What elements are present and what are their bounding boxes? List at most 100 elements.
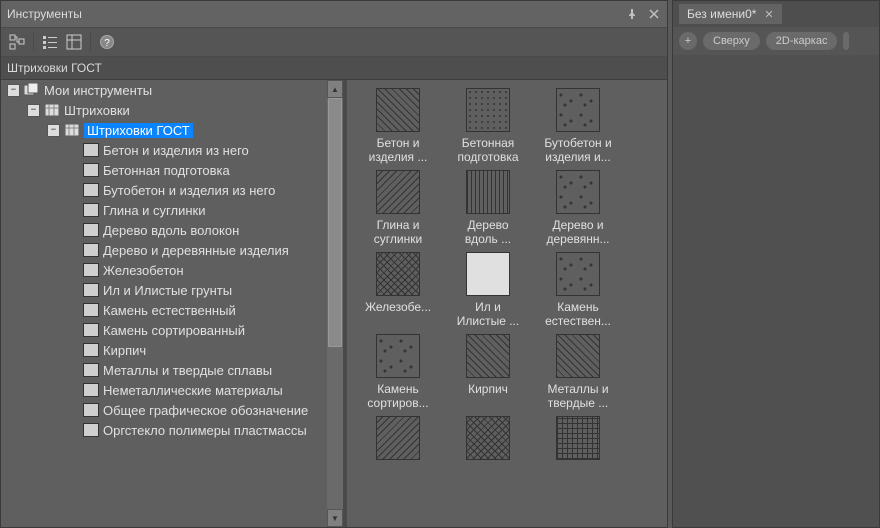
tree-pane: − Мои инструменты − Штриховки	[1, 80, 343, 527]
tree-hatch-item[interactable]: Дерево вдоль волокон	[1, 220, 327, 240]
hatch-thumb-icon	[83, 363, 99, 377]
close-icon[interactable]	[647, 7, 661, 21]
tree-hatch-item[interactable]: Кирпич	[1, 340, 327, 360]
tree-hatch-folder-row[interactable]: − Штриховки	[1, 100, 327, 120]
folder-icon	[64, 123, 80, 137]
hatch-thumb-icon	[83, 283, 99, 297]
hatch-swatch-preview	[556, 334, 600, 378]
pin-icon[interactable]	[625, 7, 639, 21]
hatch-swatch[interactable]: Железобе...	[353, 252, 443, 328]
hatch-swatch-label: Бетоннаяподготовка	[457, 136, 518, 164]
panel-body: − Мои инструменты − Штриховки	[1, 80, 667, 527]
tree-items-container: Бетон и изделия из него Бетонная подготов…	[1, 140, 327, 440]
collapse-icon[interactable]: −	[27, 104, 40, 117]
tree-hatch-item[interactable]: Общее графическое обозначение	[1, 400, 327, 420]
more-chip[interactable]	[843, 32, 849, 50]
close-icon[interactable]: ✕	[764, 8, 773, 21]
tree-hatch-item[interactable]: Бутобетон и изделия из него	[1, 180, 327, 200]
hatch-swatch[interactable]	[353, 416, 443, 464]
hatch-swatch-label: Дерево идеревянн...	[546, 218, 609, 246]
hatch-thumb-icon	[83, 383, 99, 397]
tree-hatch-item[interactable]: Камень естественный	[1, 300, 327, 320]
hatch-swatch[interactable]	[533, 416, 623, 464]
hatch-swatch-preview	[466, 88, 510, 132]
tree-hatch-item[interactable]: Дерево и деревянные изделия	[1, 240, 327, 260]
help-button[interactable]: ?	[97, 32, 117, 52]
view-style-chip[interactable]: 2D-каркас	[766, 32, 838, 50]
scroll-thumb[interactable]	[328, 98, 342, 347]
tree-hatch-item[interactable]: Глина и суглинки	[1, 200, 327, 220]
titlebar-controls	[625, 7, 661, 21]
hatch-thumb-icon	[83, 303, 99, 317]
swatch-pane: Бетон иизделия ... Бетоннаяподготовка Буто…	[347, 80, 667, 527]
hatch-swatch-label: Бетон иизделия ...	[369, 136, 428, 164]
document-area: Без имени0* ✕ + Сверху 2D-каркас	[672, 0, 880, 528]
tree-mode-button[interactable]	[7, 32, 27, 52]
panel-toolbar: ?	[1, 28, 667, 57]
tree-hatch-item-label: Кирпич	[103, 343, 146, 358]
tree-root-row[interactable]: − Мои инструменты	[1, 80, 327, 100]
scroll-up-button[interactable]: ▲	[327, 80, 343, 98]
tree-scrollbar[interactable]: ▲ ▼	[327, 80, 343, 527]
tree-hatch-item[interactable]: Бетонная подготовка	[1, 160, 327, 180]
hatch-swatch[interactable]: Ил иИлистые ...	[443, 252, 533, 328]
tree-hatch-item-label: Оргстекло полимеры пластмассы	[103, 423, 307, 438]
folder-icon	[44, 103, 60, 117]
hatch-swatch-preview	[556, 252, 600, 296]
collapse-icon[interactable]: −	[47, 124, 60, 137]
tree-gost-folder-label: Штриховки ГОСТ	[84, 123, 193, 138]
tree-hatch-item-label: Неметаллические материалы	[103, 383, 283, 398]
hatch-swatch[interactable]: Бутобетон иизделия и...	[533, 88, 623, 164]
tree-gost-folder-row[interactable]: − Штриховки ГОСТ	[1, 120, 327, 140]
hatch-swatch-label: Деревовдоль ...	[465, 218, 511, 246]
scroll-down-button[interactable]: ▼	[327, 509, 343, 527]
toolbar-separator	[90, 33, 91, 51]
library-icon	[24, 83, 40, 97]
hatch-swatch[interactable]	[443, 416, 533, 464]
tree-hatch-item[interactable]: Металлы и твердые сплавы	[1, 360, 327, 380]
tree-hatch-item[interactable]: Камень сортированный	[1, 320, 327, 340]
tree-hatch-item-label: Дерево вдоль волокон	[103, 223, 239, 238]
detail-mode-button[interactable]	[64, 32, 84, 52]
hatch-swatch[interactable]: Каменьсортиров...	[353, 334, 443, 410]
toolbar-separator	[33, 33, 34, 51]
tree-content: − Мои инструменты − Штриховки	[1, 80, 327, 527]
tree-hatch-item[interactable]: Ил и Илистые грунты	[1, 280, 327, 300]
tree-hatch-item[interactable]: Оргстекло полимеры пластмассы	[1, 420, 327, 440]
view-orientation-chip[interactable]: Сверху	[703, 32, 760, 50]
hatch-swatch-label: Каменьестествен...	[545, 300, 611, 328]
hatch-swatch[interactable]: Бетон иизделия ...	[353, 88, 443, 164]
list-mode-button[interactable]	[40, 32, 60, 52]
add-view-button[interactable]: +	[679, 32, 697, 50]
tree-hatch-item[interactable]: Бетон и изделия из него	[1, 140, 327, 160]
hatch-swatch-preview	[376, 88, 420, 132]
hatch-swatch[interactable]: Каменьестествен...	[533, 252, 623, 328]
doc-tab[interactable]: Без имени0* ✕	[679, 4, 782, 24]
tree-hatch-item-label: Камень сортированный	[103, 323, 245, 338]
hatch-swatch-preview	[466, 416, 510, 460]
hatch-swatch[interactable]: Глина исуглинки	[353, 170, 443, 246]
hatch-swatch-label: Металлы итвердые ...	[547, 382, 608, 410]
hatch-swatch-preview	[556, 416, 600, 460]
tree-hatch-item[interactable]: Железобетон	[1, 260, 327, 280]
hatch-swatch[interactable]: Бетоннаяподготовка	[443, 88, 533, 164]
hatch-swatch[interactable]: Деревовдоль ...	[443, 170, 533, 246]
viewport[interactable]	[673, 55, 879, 527]
hatch-swatch-label: Бутобетон иизделия и...	[544, 136, 611, 164]
hatch-swatch[interactable]: Дерево идеревянн...	[533, 170, 623, 246]
tree-hatch-item-label: Бетон и изделия из него	[103, 143, 249, 158]
tree-hatch-item[interactable]: Неметаллические материалы	[1, 380, 327, 400]
hatch-swatch-label: Глина исуглинки	[374, 218, 422, 246]
collapse-icon[interactable]: −	[7, 84, 20, 97]
hatch-thumb-icon	[83, 223, 99, 237]
tree-hatch-item-label: Глина и суглинки	[103, 203, 205, 218]
instruments-panel: Инструменты ?	[0, 0, 668, 528]
tree-root-label: Мои инструменты	[44, 83, 152, 98]
view-ribbon: + Сверху 2D-каркас	[673, 27, 879, 55]
scroll-track[interactable]	[327, 98, 343, 509]
tree-hatch-item-label: Металлы и твердые сплавы	[103, 363, 272, 378]
hatch-thumb-icon	[83, 243, 99, 257]
hatch-swatch[interactable]: Кирпич	[443, 334, 533, 410]
hatch-swatch[interactable]: Металлы итвердые ...	[533, 334, 623, 410]
section-header: Штриховки ГОСТ	[1, 57, 667, 80]
